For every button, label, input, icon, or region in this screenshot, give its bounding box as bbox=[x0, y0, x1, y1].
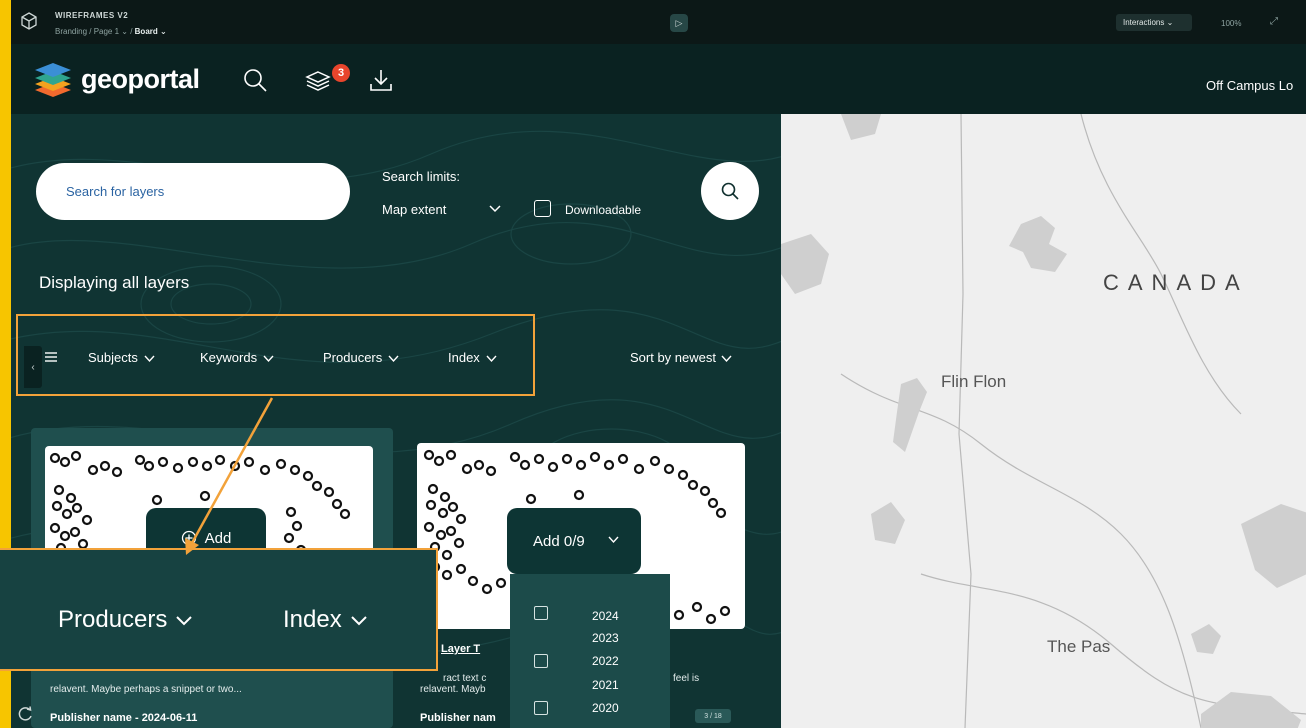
callout-producers-label: Producers bbox=[58, 606, 168, 633]
card-snippet: relavent. Mayb bbox=[420, 684, 486, 695]
chevron-down-icon bbox=[608, 536, 619, 544]
year-option-2020[interactable]: 2020 bbox=[592, 701, 619, 715]
keywords-filter[interactable]: Keywords bbox=[200, 350, 274, 365]
add-circle-icon bbox=[181, 530, 196, 546]
layers-count-badge: 3 bbox=[332, 64, 350, 82]
index-filter-label: Index bbox=[448, 350, 480, 365]
chevron-down-icon bbox=[176, 615, 193, 626]
card-snippet: ract text c bbox=[443, 673, 487, 684]
index-filter[interactable]: Index bbox=[448, 350, 497, 365]
menu-icon[interactable] bbox=[45, 352, 57, 362]
chevron-down-icon bbox=[721, 355, 732, 362]
layer-title-link[interactable]: Layer T bbox=[441, 643, 480, 655]
callout-index-label: Index bbox=[283, 606, 342, 633]
search-button[interactable] bbox=[701, 162, 759, 220]
year-option-2022[interactable]: 2022 bbox=[592, 654, 619, 668]
geoportal-logo-icon bbox=[35, 63, 71, 97]
keywords-filter-label: Keywords bbox=[200, 350, 258, 365]
app-header: geoportal 3 Off Campus Lo bbox=[11, 44, 1306, 114]
off-campus-login-link[interactable]: Off Campus Lo bbox=[1206, 78, 1293, 93]
breadcrumb-board[interactable]: Board ⌄ bbox=[135, 27, 167, 36]
downloadable-checkbox[interactable] bbox=[534, 200, 551, 217]
year-option-2023[interactable]: 2023 bbox=[592, 631, 619, 645]
cube-icon[interactable] bbox=[20, 12, 38, 30]
map-extent-select[interactable]: Map extent bbox=[382, 202, 446, 217]
year-option-2024[interactable]: 2024 bbox=[592, 609, 619, 623]
chevron-down-icon bbox=[263, 355, 274, 362]
search-icon[interactable] bbox=[241, 66, 269, 94]
card-publisher: Publisher name - 2024-06-11 bbox=[50, 712, 198, 724]
year-checkbox-2022[interactable] bbox=[534, 654, 548, 668]
layers-icon[interactable] bbox=[304, 66, 332, 94]
expand-icon[interactable]: ⤢ bbox=[1270, 16, 1278, 27]
card-publisher: Publisher nam bbox=[420, 712, 496, 724]
card-snippet: feel is bbox=[673, 673, 700, 684]
sort-select[interactable]: Sort by newest bbox=[630, 350, 732, 365]
subjects-filter[interactable]: Subjects bbox=[88, 350, 155, 365]
downloadable-label: Downloadable bbox=[565, 203, 642, 217]
chevron-down-icon bbox=[351, 615, 367, 626]
chevron-down-icon bbox=[388, 355, 399, 362]
file-title: WIREFRAMES V2 bbox=[55, 11, 129, 20]
sort-select-label: Sort by newest bbox=[630, 350, 716, 365]
download-icon[interactable] bbox=[367, 66, 395, 94]
map-country-label: CANADA bbox=[1103, 270, 1249, 295]
add-layer-dropdown-button[interactable]: Add 0/9 bbox=[507, 508, 641, 574]
collapse-panel-tab[interactable]: ‹ bbox=[24, 346, 42, 388]
callout-producers-filter[interactable]: Producers bbox=[58, 606, 193, 634]
year-checkbox-2020[interactable] bbox=[534, 701, 548, 715]
breadcrumb-prefix[interactable]: Branding / Page 1 ⌄ / bbox=[55, 27, 132, 36]
card-snippet: relavent. Maybe perhaps a snippet or two… bbox=[50, 684, 242, 695]
wireframe-toolbar: WIREFRAMES V2 Branding / Page 1 ⌄ / Boar… bbox=[11, 0, 1306, 44]
map-view[interactable]: CANADA Flin Flon The Pas bbox=[781, 114, 1306, 728]
add-layer-count-label: Add 0/9 bbox=[533, 532, 585, 550]
year-option-2021[interactable]: 2021 bbox=[592, 678, 619, 692]
map-place-label: The Pas bbox=[1047, 637, 1111, 656]
add-layer-label: Add bbox=[204, 529, 232, 547]
search-limits-label: Search limits: bbox=[382, 169, 461, 184]
app-logo-text[interactable]: geoportal bbox=[81, 64, 200, 95]
year-checkbox-2024[interactable] bbox=[534, 606, 548, 620]
page-count-badge: 3 / 18 bbox=[695, 709, 731, 723]
results-heading: Displaying all layers bbox=[39, 273, 190, 292]
subjects-filter-label: Subjects bbox=[88, 350, 138, 365]
chevron-down-icon[interactable] bbox=[489, 204, 501, 214]
zoomed-filter-callout: Producers Index bbox=[0, 548, 438, 671]
play-icon[interactable]: ▷ bbox=[670, 14, 688, 32]
chevron-down-icon bbox=[486, 355, 497, 362]
producers-filter-label: Producers bbox=[323, 350, 383, 365]
year-dropdown-menu: 2024 2023 2022 2021 2020 bbox=[510, 574, 670, 728]
breadcrumb[interactable]: Branding / Page 1 ⌄ / Board ⌄ bbox=[55, 27, 167, 36]
map-place-label: Flin Flon bbox=[941, 372, 1007, 391]
zoom-level[interactable]: 100% bbox=[1221, 19, 1241, 28]
search-input[interactable] bbox=[36, 163, 350, 220]
callout-index-filter[interactable]: Index bbox=[283, 606, 368, 634]
map-canvas[interactable] bbox=[781, 114, 1306, 728]
refresh-icon[interactable] bbox=[17, 705, 35, 723]
chevron-down-icon bbox=[144, 355, 155, 362]
producers-filter[interactable]: Producers bbox=[323, 350, 399, 365]
interactions-dropdown[interactable]: Interactions ⌄ bbox=[1116, 14, 1192, 31]
search-icon bbox=[721, 182, 739, 200]
